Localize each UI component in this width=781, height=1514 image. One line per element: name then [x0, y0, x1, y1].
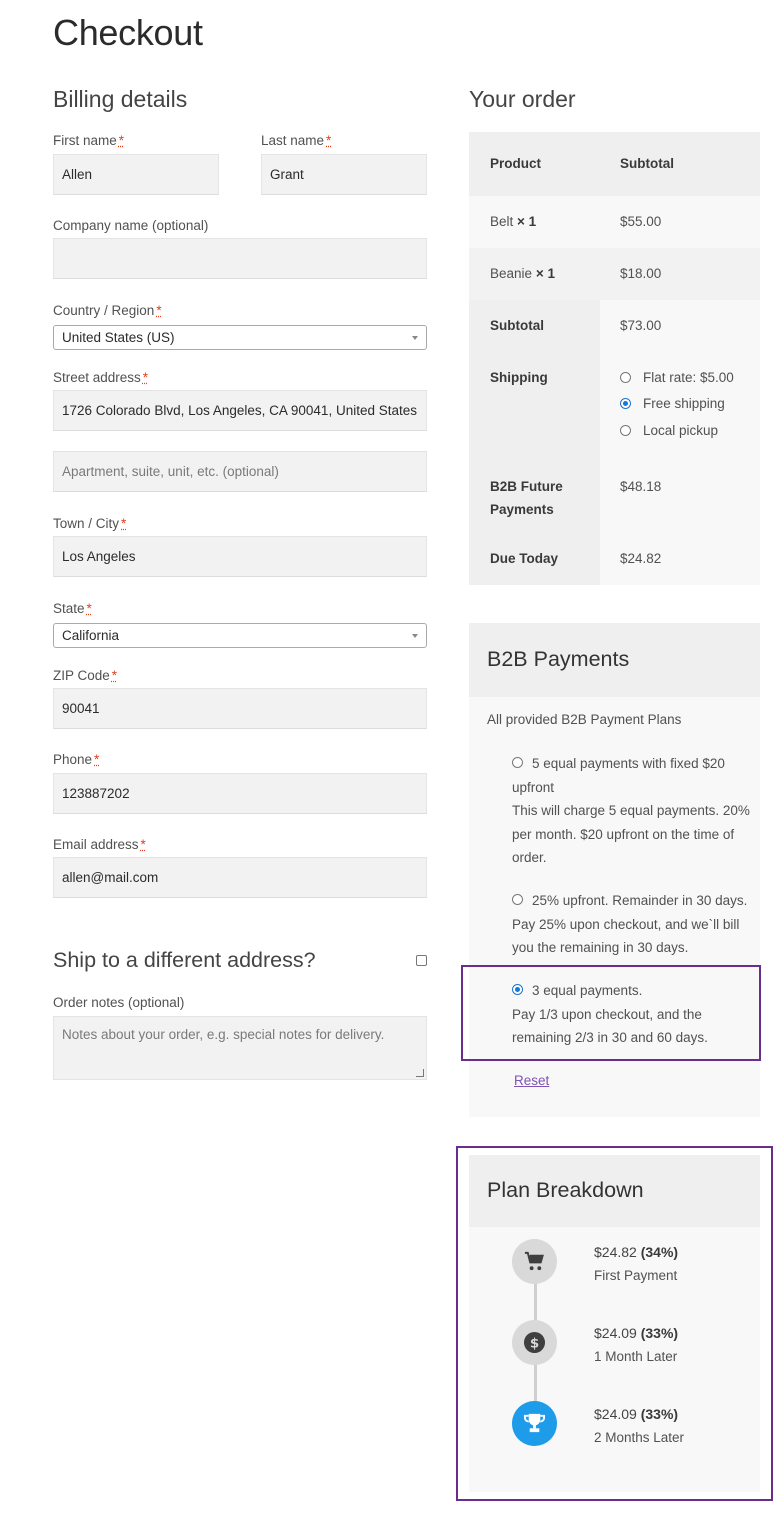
last-name-label: Last name *	[261, 133, 332, 148]
ship-different-checkbox[interactable]	[416, 955, 427, 966]
due-today-value: $24.82	[620, 551, 662, 566]
step-node: $	[512, 1320, 557, 1365]
future-payments-value: $48.18	[620, 479, 662, 494]
dollar-icon: $	[523, 1331, 546, 1354]
subtotal-value: $73.00	[620, 318, 662, 333]
city-label: Town / City *	[53, 516, 127, 531]
shipping-label: Shipping	[490, 370, 548, 385]
cart-icon	[524, 1251, 544, 1271]
chevron-down-icon	[412, 634, 418, 638]
col-subtotal: Subtotal	[620, 156, 674, 171]
phone-input[interactable]: 123887202	[53, 773, 427, 814]
email-label: Email address *	[53, 837, 146, 852]
shipping-option-pickup[interactable]: Local pickup	[620, 423, 760, 445]
first-name-label: First name *	[53, 133, 125, 148]
step-amount: $24.82 (34%)	[594, 1244, 679, 1260]
ship-different-heading: Ship to a different address?	[53, 948, 316, 972]
order-notes-textarea[interactable]: Notes about your order, e.g. special not…	[53, 1016, 427, 1080]
b2b-intro: All provided B2B Payment Plans	[487, 712, 682, 727]
b2b-title: B2B Payments	[487, 647, 630, 671]
item-name: Beanie	[490, 266, 533, 281]
radio-button[interactable]	[620, 425, 631, 436]
item-qty: × 1	[535, 266, 555, 281]
shipping-option-flat[interactable]: Flat rate: $5.00	[620, 370, 760, 392]
apartment-input[interactable]: Apartment, suite, unit, etc. (optional)	[53, 451, 427, 492]
subtotal-label: Subtotal	[490, 318, 544, 333]
first-name-input[interactable]: Allen	[53, 154, 219, 195]
shipping-option-free[interactable]: Free shipping	[620, 396, 760, 418]
plan-breakdown-title: Plan Breakdown	[487, 1178, 644, 1202]
step-node	[512, 1239, 557, 1284]
item-price: $18.00	[620, 266, 662, 281]
company-label: Company name (optional)	[53, 218, 209, 233]
state-select[interactable]: California	[53, 623, 427, 648]
city-input[interactable]: Los Angeles	[53, 536, 427, 577]
email-input[interactable]: allen@mail.com	[53, 857, 427, 898]
page-title: Checkout	[53, 12, 203, 53]
street-input[interactable]: 1726 Colorado Blvd, Los Angeles, CA 9004…	[53, 390, 427, 431]
state-label: State *	[53, 601, 92, 616]
zip-input[interactable]: 90041	[53, 688, 427, 729]
plan-option-25-upfront[interactable]: 25% upfront. Remainder in 30 days. Pay 2…	[512, 889, 757, 961]
order-table-header: Product Subtotal	[469, 132, 760, 196]
item-price: $55.00	[620, 214, 662, 229]
country-select[interactable]: United States (US)	[53, 325, 427, 350]
last-name-input[interactable]: Grant	[261, 154, 427, 195]
resize-grip-icon[interactable]	[416, 1069, 424, 1077]
radio-button[interactable]	[620, 372, 631, 383]
country-label: Country / Region *	[53, 303, 162, 318]
step-amount: $24.09 (33%)	[594, 1325, 679, 1341]
step-label: 2 Months Later	[594, 1430, 685, 1445]
order-totals: Subtotal $73.00 Shipping Flat rate: $5.0…	[469, 300, 760, 585]
table-row: Belt × 1 $55.00	[469, 196, 760, 248]
order-heading: Your order	[469, 86, 576, 112]
table-row: Beanie × 1 $18.00	[469, 248, 760, 300]
item-name: Belt	[490, 214, 514, 229]
billing-heading: Billing details	[53, 86, 188, 112]
due-today-label: Due Today	[490, 551, 559, 566]
street-label: Street address *	[53, 370, 149, 385]
col-product: Product	[490, 156, 542, 171]
step-amount: $24.09 (33%)	[594, 1406, 679, 1422]
selected-plan-highlight	[461, 965, 761, 1061]
step-node-active	[512, 1401, 557, 1446]
plan-breakdown-panel: Plan Breakdown $24.82 (34%) First Paymen…	[469, 1155, 760, 1492]
zip-label: ZIP Code *	[53, 668, 118, 683]
step-label: 1 Month Later	[594, 1349, 678, 1364]
step-label: First Payment	[594, 1268, 678, 1283]
chevron-down-icon	[412, 336, 418, 340]
plan-option-5-equal[interactable]: 5 equal payments with fixed $20 upfront …	[512, 752, 757, 872]
svg-text:$: $	[530, 1336, 539, 1351]
order-notes-label: Order notes (optional)	[53, 995, 185, 1010]
phone-label: Phone *	[53, 752, 100, 767]
item-qty: × 1	[517, 214, 537, 229]
trophy-icon	[523, 1413, 546, 1433]
radio-button-selected[interactable]	[620, 398, 631, 409]
future-payments-label: B2B Future Payments	[490, 479, 563, 517]
company-input[interactable]	[53, 238, 427, 279]
reset-link[interactable]: Reset	[514, 1073, 549, 1088]
